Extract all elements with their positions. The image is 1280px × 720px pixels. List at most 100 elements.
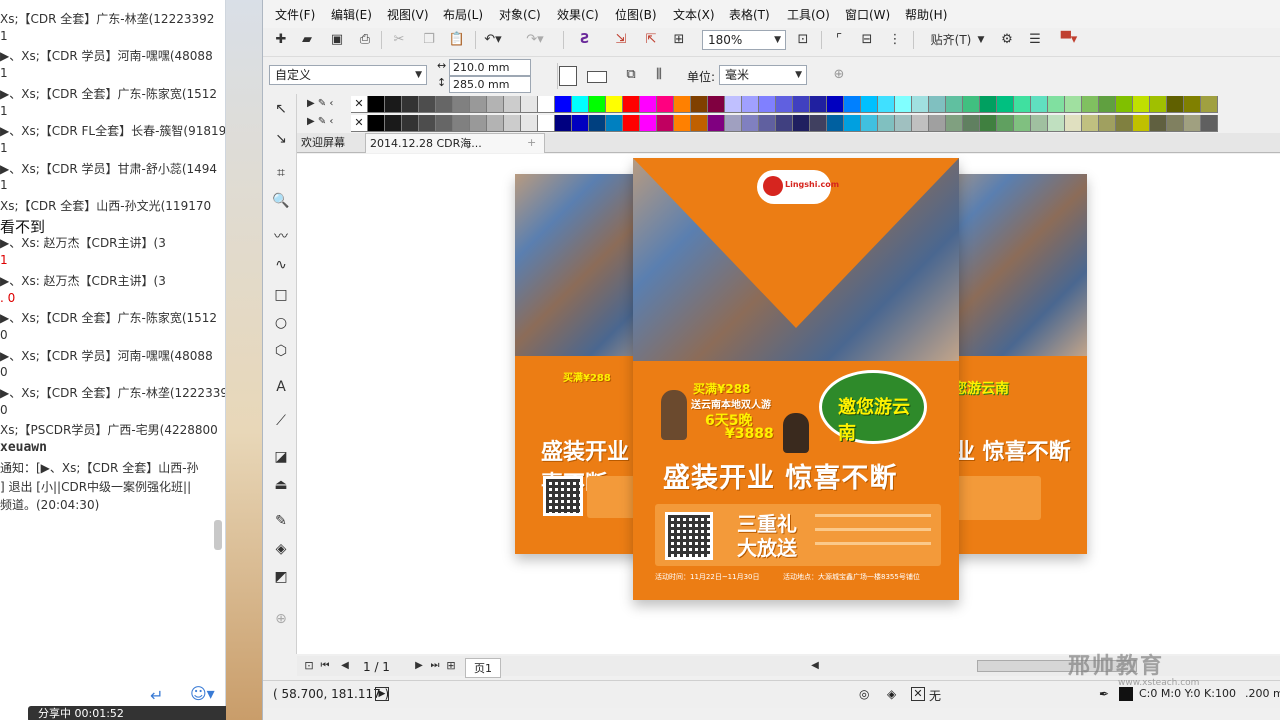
- save-icon[interactable]: ▣: [327, 30, 347, 50]
- color-swatch[interactable]: [1133, 115, 1150, 132]
- page-tab-1[interactable]: 页1: [465, 658, 501, 678]
- flyer-center[interactable]: Lingshi.com 买满¥288 送云南本地双人游 6天5晚 ¥3888 邀…: [633, 158, 959, 600]
- color-swatch[interactable]: [1065, 96, 1082, 113]
- color-swatch[interactable]: [572, 96, 589, 113]
- color-swatch[interactable]: [589, 115, 606, 132]
- export-icon[interactable]: ⇱: [641, 30, 661, 50]
- menu-item[interactable]: 视图(V): [387, 6, 429, 23]
- parallel-dimension-icon[interactable]: ⟋: [270, 410, 292, 432]
- smart-fill-icon[interactable]: ◩: [270, 566, 292, 588]
- color-swatch[interactable]: [419, 96, 436, 113]
- interactive-fill-icon[interactable]: ◈: [270, 538, 292, 560]
- color-swatch[interactable]: [368, 96, 385, 113]
- all-pages-icon[interactable]: ⧉: [621, 65, 641, 85]
- show-guidelines-icon[interactable]: ⋮: [885, 30, 905, 50]
- search-content-icon[interactable]: Ƨ: [575, 30, 595, 50]
- menu-item[interactable]: 帮助(H): [905, 6, 947, 23]
- color-swatch[interactable]: [1116, 115, 1133, 132]
- color-swatch[interactable]: [963, 115, 980, 132]
- color-swatch[interactable]: [793, 96, 810, 113]
- color-swatch[interactable]: [1031, 96, 1048, 113]
- prev-page-icon[interactable]: ◀: [335, 656, 355, 676]
- page-preset-select[interactable]: 自定义 ▼: [269, 65, 427, 85]
- emoji-icon[interactable]: ☺▾: [190, 684, 215, 703]
- color-swatch[interactable]: [929, 96, 946, 113]
- color-swatch[interactable]: [1184, 96, 1201, 113]
- color-swatch[interactable]: [912, 96, 929, 113]
- color-swatch[interactable]: [674, 96, 691, 113]
- color-swatch[interactable]: [1201, 96, 1218, 113]
- full-screen-icon[interactable]: ⊡: [793, 30, 813, 50]
- color-swatch[interactable]: [436, 96, 453, 113]
- publish-pdf-icon[interactable]: ⊞: [669, 30, 689, 50]
- color-swatch[interactable]: [861, 96, 878, 113]
- color-swatch[interactable]: [997, 115, 1014, 132]
- palette-arrow-icon[interactable]: ▶ ✎ ‹: [307, 116, 333, 127]
- drop-shadow-icon[interactable]: ◪: [270, 446, 292, 468]
- landscape-button[interactable]: [587, 71, 607, 83]
- reply-arrow-icon[interactable]: ↵: [150, 686, 163, 705]
- color-swatch[interactable]: [708, 96, 725, 113]
- color-swatch[interactable]: [878, 115, 895, 132]
- color-swatch[interactable]: [555, 96, 572, 113]
- color-swatch[interactable]: [674, 115, 691, 132]
- color-swatch[interactable]: [1099, 115, 1116, 132]
- shape-tool-icon[interactable]: ↘: [270, 128, 292, 150]
- crop-tool-icon[interactable]: ⌗: [270, 162, 292, 184]
- polygon-tool-icon[interactable]: ⬡: [270, 340, 292, 362]
- options-icon[interactable]: ⚙: [997, 30, 1017, 50]
- color-swatch[interactable]: [725, 115, 742, 132]
- show-rulers-icon[interactable]: ⌜: [829, 30, 849, 50]
- color-swatch[interactable]: [1048, 115, 1065, 132]
- menu-item[interactable]: 效果(C): [557, 6, 599, 23]
- color-swatch[interactable]: [504, 115, 521, 132]
- color-swatch[interactable]: [555, 115, 572, 132]
- color-swatch[interactable]: [368, 115, 385, 132]
- copy-icon[interactable]: ❐: [419, 30, 439, 50]
- zoom-tool-icon[interactable]: 🔍: [270, 190, 292, 212]
- color-swatch[interactable]: [487, 96, 504, 113]
- drawing-canvas[interactable]: 盛装开业 惊喜不断 买满¥288 盛装开业 惊喜不断 邀您游云南 Lingshi…: [297, 154, 1280, 654]
- color-swatch[interactable]: [980, 115, 997, 132]
- color-swatch[interactable]: [708, 115, 725, 132]
- color-swatch[interactable]: [895, 115, 912, 132]
- zoom-level-select[interactable]: 180% ▼: [702, 30, 786, 50]
- color-swatch[interactable]: [742, 96, 759, 113]
- color-swatch[interactable]: [521, 96, 538, 113]
- chevron-down-icon[interactable]: ▼: [971, 30, 991, 50]
- first-page-icon[interactable]: ⏮: [315, 656, 335, 676]
- color-swatch[interactable]: [776, 115, 793, 132]
- pick-tool-icon[interactable]: ↖: [270, 98, 292, 120]
- color-swatch[interactable]: [844, 96, 861, 113]
- color-swatch[interactable]: [997, 96, 1014, 113]
- color-swatch[interactable]: [1150, 96, 1167, 113]
- rectangle-tool-icon[interactable]: □: [270, 284, 292, 306]
- color-swatch[interactable]: [453, 115, 470, 132]
- color-swatch[interactable]: [657, 115, 674, 132]
- color-swatch[interactable]: [487, 115, 504, 132]
- new-tab-icon[interactable]: +: [523, 133, 540, 153]
- color-swatch[interactable]: [793, 115, 810, 132]
- color-swatch[interactable]: [1167, 115, 1184, 132]
- color-swatch[interactable]: [691, 96, 708, 113]
- chat-scrollbar[interactable]: [214, 520, 222, 550]
- color-swatch[interactable]: [878, 96, 895, 113]
- no-color-swatch[interactable]: ✕: [351, 115, 368, 132]
- color-swatch[interactable]: [453, 96, 470, 113]
- color-swatch[interactable]: [470, 96, 487, 113]
- import-icon[interactable]: ⇲: [611, 30, 631, 50]
- menu-item[interactable]: 工具(O): [787, 6, 830, 23]
- color-swatch[interactable]: [1184, 115, 1201, 132]
- print-icon[interactable]: ⎙: [355, 30, 375, 50]
- color-swatch[interactable]: [1133, 96, 1150, 113]
- eyedropper-icon[interactable]: ✎: [270, 510, 292, 532]
- color-swatch[interactable]: [912, 115, 929, 132]
- ellipse-tool-icon[interactable]: ○: [270, 312, 292, 334]
- hscroll-left-icon[interactable]: ◀: [805, 656, 825, 676]
- add-tool-icon[interactable]: ⊕: [270, 608, 292, 630]
- page-width-input[interactable]: 210.0 mm: [449, 59, 531, 76]
- menu-item[interactable]: 位图(B): [615, 6, 657, 23]
- snap-icon[interactable]: ◎: [859, 687, 869, 701]
- freehand-tool-icon[interactable]: 〰: [270, 226, 292, 248]
- color-swatch[interactable]: [589, 96, 606, 113]
